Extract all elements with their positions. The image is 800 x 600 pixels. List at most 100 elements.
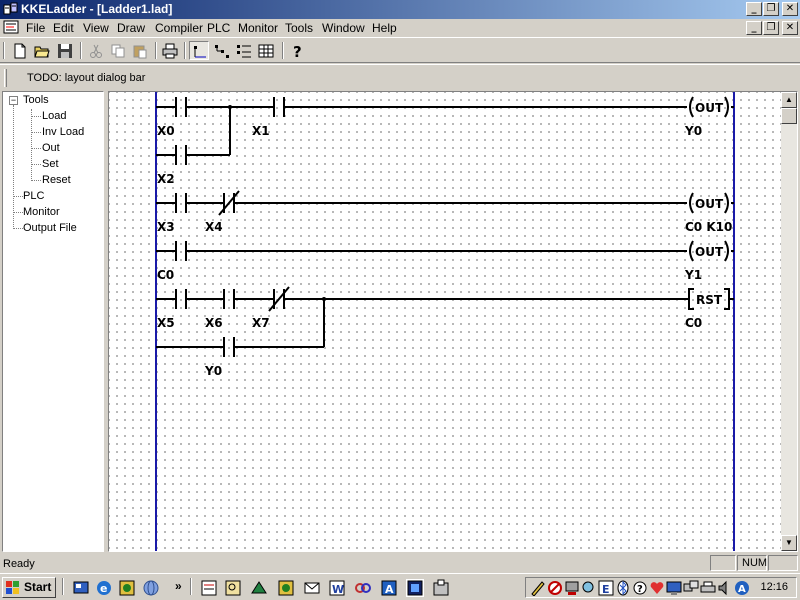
tree-item-plc[interactable]: PLC bbox=[23, 190, 44, 203]
label-x1: X1 bbox=[252, 124, 270, 138]
show-desktop-icon[interactable] bbox=[72, 579, 90, 597]
draw-branch-icon bbox=[215, 45, 229, 58]
menu-view[interactable]: View bbox=[83, 21, 109, 35]
tray-help-icon[interactable]: ? bbox=[632, 580, 648, 596]
toolbar-separator bbox=[282, 42, 284, 59]
system-tray: E ? A 12:16 bbox=[525, 577, 797, 598]
menu-compiler[interactable]: Compiler bbox=[155, 21, 203, 35]
word-doc-task-icon[interactable]: W bbox=[328, 579, 346, 597]
dialog-bar-grip[interactable] bbox=[4, 69, 7, 87]
tray-network-icon[interactable] bbox=[683, 580, 699, 596]
child-restore-button[interactable]: ❐ bbox=[763, 21, 779, 35]
window-title: KKELadder - [Ladder1.lad] bbox=[21, 2, 173, 16]
menu-bar: File Edit View Draw Compiler PLC Monitor… bbox=[0, 19, 800, 37]
menu-file[interactable]: File bbox=[26, 21, 45, 35]
coil-out-y1[interactable] bbox=[689, 240, 694, 262]
mail-task-icon[interactable] bbox=[303, 579, 321, 597]
draw-list-button[interactable] bbox=[234, 41, 254, 60]
ladder-app-task-icon[interactable] bbox=[200, 579, 218, 597]
help-icon: ? bbox=[293, 43, 302, 59]
menu-draw[interactable]: Draw bbox=[117, 21, 145, 35]
coil-rst-c0[interactable] bbox=[724, 288, 730, 310]
tree-collapse-toggle[interactable]: − bbox=[9, 96, 18, 105]
paste-button[interactable] bbox=[130, 41, 150, 60]
draw-contact-button[interactable] bbox=[189, 41, 209, 60]
app-a-task-icon[interactable]: A bbox=[380, 579, 398, 597]
label-x5: X5 bbox=[157, 316, 175, 330]
new-button[interactable] bbox=[10, 41, 30, 60]
start-button[interactable]: Start bbox=[2, 577, 56, 598]
tools-task-icon[interactable] bbox=[250, 579, 268, 597]
menu-edit[interactable]: Edit bbox=[53, 21, 74, 35]
close-button[interactable]: ✕ bbox=[782, 2, 798, 16]
app-icon bbox=[3, 2, 18, 15]
network-globe-icon[interactable] bbox=[142, 579, 160, 597]
open-folder-icon bbox=[34, 46, 50, 58]
menu-tools[interactable]: Tools bbox=[285, 21, 313, 35]
scroll-down-button[interactable]: ▼ bbox=[781, 535, 797, 551]
tray-display-icon[interactable] bbox=[666, 580, 682, 596]
open-button[interactable] bbox=[32, 41, 52, 60]
minimize-button[interactable]: _ bbox=[746, 2, 762, 16]
tree-item-set[interactable]: Set bbox=[42, 158, 59, 171]
vertical-scrollbar[interactable]: ▲ ▼ bbox=[781, 92, 797, 551]
quicklaunch-chevron[interactable]: » bbox=[175, 579, 182, 593]
tree-item-load[interactable]: Load bbox=[42, 110, 66, 123]
junction-dot bbox=[228, 105, 232, 109]
tree-item-output-file[interactable]: Output File bbox=[23, 222, 77, 235]
draw-branch-button[interactable] bbox=[212, 41, 232, 60]
scroll-up-button[interactable]: ▲ bbox=[781, 92, 797, 108]
cut-button[interactable] bbox=[86, 41, 106, 60]
menu-plc[interactable]: PLC bbox=[207, 21, 230, 35]
tree-item-out[interactable]: Out bbox=[42, 142, 60, 155]
title-bar: KKELadder - [Ladder1.lad] _ ❐ ✕ bbox=[0, 0, 800, 19]
toolbar-separator bbox=[80, 42, 82, 59]
child-minimize-button[interactable]: _ bbox=[746, 21, 762, 35]
ladder-canvas[interactable]: OUT OUT OUT RST X0 X1 Y0 X2 X3 X4 C0 K10… bbox=[109, 92, 781, 551]
tray-heart-icon[interactable] bbox=[649, 580, 665, 596]
child-close-button[interactable]: ✕ bbox=[782, 21, 798, 35]
media-player-icon[interactable] bbox=[118, 579, 136, 597]
restore-button[interactable]: ❐ bbox=[763, 2, 779, 16]
tray-search-icon[interactable] bbox=[581, 580, 597, 596]
tray-e-icon[interactable]: E bbox=[598, 580, 614, 596]
label-c0: C0 bbox=[157, 268, 174, 282]
help-button[interactable]: ? bbox=[287, 41, 307, 60]
menu-monitor[interactable]: Monitor bbox=[238, 21, 278, 35]
link-chain-task-icon[interactable] bbox=[354, 579, 372, 597]
tree-item-tools[interactable]: Tools bbox=[23, 94, 49, 107]
svg-text:W: W bbox=[332, 583, 344, 596]
tree-item-reset[interactable]: Reset bbox=[42, 174, 71, 187]
install-task-icon[interactable] bbox=[432, 579, 450, 597]
document-icon[interactable] bbox=[3, 20, 19, 34]
draw-grid-button[interactable] bbox=[256, 41, 276, 60]
media-task-icon[interactable] bbox=[277, 579, 295, 597]
tree-item-inv-load[interactable]: Inv Load bbox=[42, 126, 84, 139]
tray-volume-icon[interactable] bbox=[717, 580, 733, 596]
tray-app-icon[interactable]: A bbox=[734, 580, 750, 596]
tray-computer-icon[interactable] bbox=[564, 580, 580, 596]
active-ladder-task-icon[interactable] bbox=[406, 579, 424, 597]
menu-help[interactable]: Help bbox=[372, 21, 397, 35]
tray-bluetooth-icon[interactable] bbox=[615, 580, 631, 596]
explorer-task-icon[interactable] bbox=[224, 579, 242, 597]
coil-out-y0[interactable] bbox=[724, 96, 729, 118]
menu-window[interactable]: Window bbox=[322, 21, 365, 35]
coil-rst-c0[interactable] bbox=[688, 288, 694, 310]
coil-out-c0[interactable] bbox=[724, 192, 729, 214]
label-x4: X4 bbox=[205, 220, 223, 234]
print-button[interactable] bbox=[160, 41, 180, 60]
tray-printer-icon[interactable] bbox=[700, 580, 716, 596]
ladder-diagram: OUT OUT OUT RST X0 X1 Y0 X2 X3 X4 C0 K10… bbox=[155, 92, 735, 551]
coil-out-c0[interactable] bbox=[689, 192, 694, 214]
save-button[interactable] bbox=[55, 41, 75, 60]
tray-no-network-icon[interactable] bbox=[547, 580, 563, 596]
tree-item-monitor[interactable]: Monitor bbox=[23, 206, 60, 219]
scroll-thumb[interactable] bbox=[781, 108, 797, 124]
coil-out-y0[interactable] bbox=[689, 96, 694, 118]
tree-connector bbox=[13, 212, 23, 213]
copy-button[interactable] bbox=[108, 41, 128, 60]
tray-pencil-icon[interactable] bbox=[530, 580, 546, 596]
coil-out-y1[interactable] bbox=[724, 240, 729, 262]
browser-icon[interactable]: e bbox=[95, 579, 113, 597]
